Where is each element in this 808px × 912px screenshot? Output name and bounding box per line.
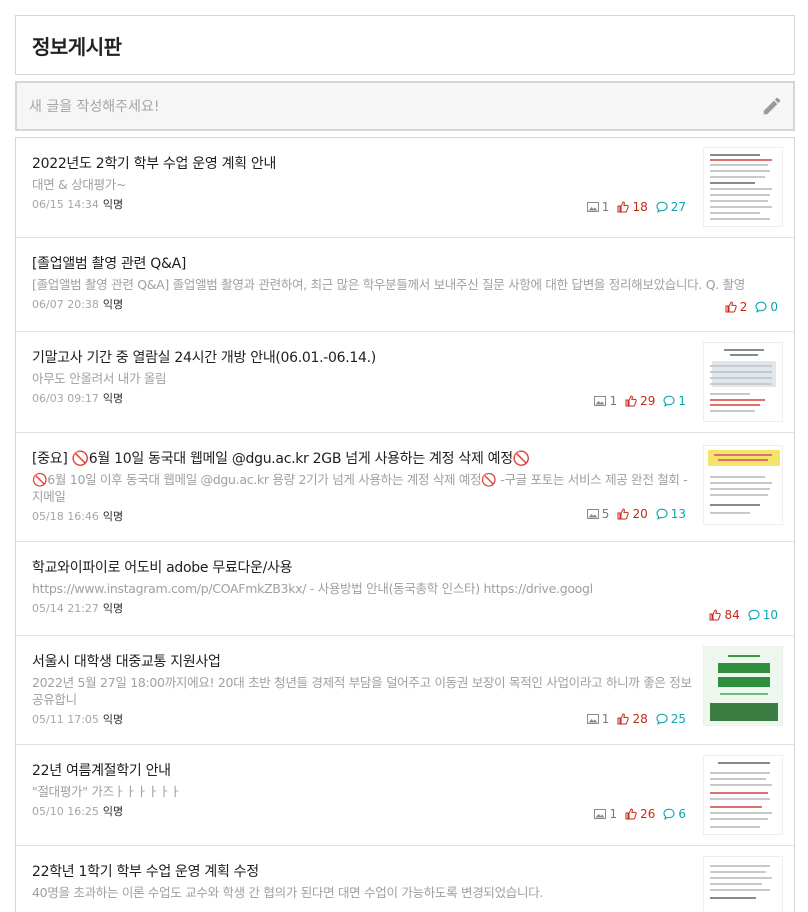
post-time: 05/18 16:46 (32, 510, 99, 523)
comment-count: 0 (755, 300, 778, 314)
board-container: 정보게시판 새 글을 작성해주세요! 2022년도 2학기 학부 수업 운영 계… (15, 15, 795, 912)
board-title[interactable]: 정보게시판 (32, 31, 122, 60)
post-thumbnail (703, 755, 783, 835)
comment-icon (748, 609, 760, 621)
post-item[interactable]: 22년 여름계절학기 안내 "절대평가" 가즈ㅏㅏㅏㅏㅏㅏ 05/10 16:2… (16, 745, 794, 846)
post-item[interactable]: 서울시 대학생 대중교통 지원사업 2022년 5월 27일 18:00까지에요… (16, 636, 794, 745)
comment-count: 10 (748, 608, 778, 622)
comment-count: 25 (656, 712, 686, 726)
comment-icon (663, 808, 675, 820)
post-thumbnail (703, 646, 783, 726)
image-count: 1 (594, 807, 617, 821)
post-item[interactable]: [중요] 🚫6월 10일 동국대 웹메일 @dgu.ac.kr 2GB 넘게 사… (16, 433, 794, 542)
like-count: 26 (625, 807, 655, 821)
like-count: 20 (617, 507, 648, 521)
comment-icon (663, 395, 675, 407)
post-time: 05/10 16:25 (32, 805, 99, 818)
comment-icon (656, 201, 668, 213)
post-time: 05/11 17:05 (32, 713, 99, 726)
thumbs-up-icon (725, 301, 737, 313)
image-count: 5 (586, 507, 609, 521)
post-time: 06/15 14:34 (32, 198, 99, 211)
post-title: 학교와이파이로 어도비 adobe 무료다운/사용 (32, 560, 293, 576)
post-preview: https://www.instagram.com/p/COAFmkZB3kx/… (32, 581, 593, 596)
post-author: 익명 (102, 298, 124, 311)
like-count: 84 (709, 608, 740, 622)
image-icon (586, 509, 599, 519)
post-stats: 1 26 6 (594, 807, 686, 821)
post-item[interactable]: 22학년 1학기 학부 수업 운영 계획 수정 40명을 초과하는 이론 수업도… (16, 846, 794, 912)
post-author: 익명 (102, 510, 124, 523)
post-stats: 1 29 1 (594, 394, 686, 408)
post-meta: 06/07 20:38 익명 (32, 297, 778, 313)
post-preview: [졸업앨범 촬영 관련 Q&A] 졸업앨범 촬영과 관련하여, 최근 많은 학우… (32, 277, 746, 292)
post-author: 익명 (102, 602, 124, 615)
like-count: 18 (617, 200, 648, 214)
post-time: 06/07 20:38 (32, 298, 99, 311)
image-icon (594, 396, 607, 406)
post-stats: 84 10 (709, 608, 778, 622)
image-icon (586, 202, 599, 212)
post-preview: 대면 & 상대평가~ (32, 177, 127, 192)
post-title: 22학년 1학기 학부 수업 운영 계획 수정 (32, 864, 259, 880)
image-count: 1 (586, 200, 609, 214)
post-preview: 2022년 5월 27일 18:00까지에요! 20대 초반 청년들 경제적 부… (32, 675, 692, 707)
thumbs-up-icon (617, 201, 630, 213)
post-title: 서울시 대학생 대중교통 지원사업 (32, 654, 221, 670)
comment-icon (656, 508, 668, 520)
post-author: 익명 (102, 198, 124, 211)
post-item[interactable]: 기말고사 기간 중 열람실 24시간 개방 안내(06.01.-06.14.) … (16, 332, 794, 433)
comment-count: 6 (663, 807, 686, 821)
post-item[interactable]: [졸업앨범 촬영 관련 Q&A] [졸업앨범 촬영 관련 Q&A] 졸업앨범 촬… (16, 238, 794, 332)
like-count: 2 (725, 300, 747, 314)
comment-count: 27 (656, 200, 686, 214)
post-item[interactable]: 2022년도 2학기 학부 수업 운영 계획 안내 대면 & 상대평가~ 06/… (16, 138, 794, 238)
comment-count: 13 (656, 507, 686, 521)
post-title: 22년 여름계절학기 안내 (32, 763, 171, 779)
comment-icon (755, 301, 767, 313)
image-count: 1 (586, 712, 609, 726)
post-time: 06/03 09:17 (32, 392, 99, 405)
post-preview: "절대평가" 가즈ㅏㅏㅏㅏㅏㅏ (32, 784, 181, 799)
post-title: 기말고사 기간 중 열람실 24시간 개방 안내(06.01.-06.14.) (32, 350, 376, 366)
post-thumbnail (703, 445, 783, 525)
post-stats: 1 28 25 (586, 712, 686, 726)
image-icon (586, 714, 599, 724)
thumbs-up-icon (625, 808, 637, 820)
post-title: 2022년도 2학기 학부 수업 운영 계획 안내 (32, 156, 277, 172)
post-author: 익명 (102, 713, 124, 726)
post-thumbnail (703, 856, 783, 912)
post-preview: 40명을 초과하는 이론 수업도 교수와 학생 간 협의가 된다면 대면 수업이… (32, 885, 544, 900)
post-stats: 2 0 (725, 300, 778, 314)
thumbs-up-icon (709, 609, 722, 621)
thumbs-up-icon (617, 508, 630, 520)
post-stats: 5 20 13 (586, 507, 686, 521)
post-thumbnail (703, 147, 783, 227)
thumbs-up-icon (625, 395, 637, 407)
post-title: [중요] 🚫6월 10일 동국대 웹메일 @dgu.ac.kr 2GB 넘게 사… (32, 451, 530, 467)
post-meta: 05/14 21:27 익명 (32, 601, 778, 617)
pencil-icon[interactable] (761, 95, 783, 117)
like-count: 29 (625, 394, 655, 408)
compose-post-box[interactable]: 새 글을 작성해주세요! (15, 81, 795, 131)
like-count: 28 (617, 712, 648, 726)
thumbs-up-icon (617, 713, 630, 725)
post-time: 05/14 21:27 (32, 602, 99, 615)
post-title: [졸업앨범 촬영 관련 Q&A] (32, 256, 187, 272)
post-author: 익명 (102, 392, 124, 405)
post-author: 익명 (102, 805, 124, 818)
image-count: 1 (594, 394, 617, 408)
post-list: 2022년도 2학기 학부 수업 운영 계획 안내 대면 & 상대평가~ 06/… (15, 137, 795, 912)
post-preview: 🚫6월 10일 이후 동국대 웹메일 @dgu.ac.kr 용량 2기가 넘게 … (32, 472, 688, 504)
post-stats: 1 18 27 (586, 200, 686, 214)
board-header: 정보게시판 (15, 15, 795, 75)
comment-count: 1 (663, 394, 686, 408)
image-icon (594, 809, 607, 819)
comment-icon (656, 713, 668, 725)
post-item[interactable]: 학교와이파이로 어도비 adobe 무료다운/사용 https://www.in… (16, 542, 794, 636)
post-thumbnail (703, 342, 783, 422)
post-preview: 아무도 안올려서 내가 올림 (32, 371, 167, 386)
compose-placeholder[interactable]: 새 글을 작성해주세요! (29, 96, 159, 116)
